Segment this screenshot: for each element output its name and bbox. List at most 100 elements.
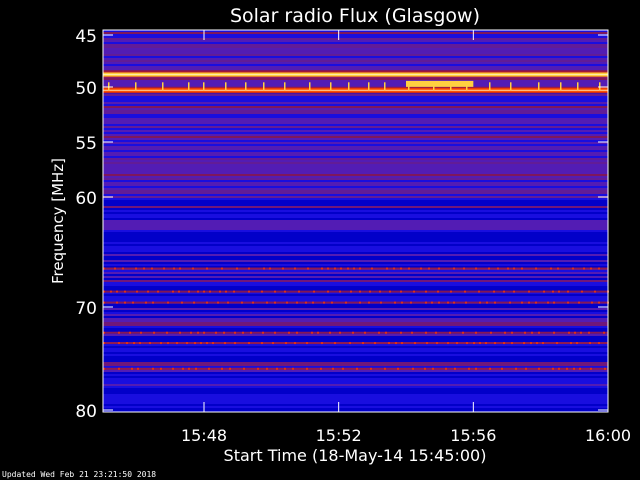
noise-speck: [248, 342, 250, 345]
x-axis-label: Start Time (18-May-14 15:45:00): [224, 446, 487, 465]
noise-speck: [364, 331, 366, 334]
noise-speck: [389, 290, 391, 293]
noise-speck: [411, 331, 413, 334]
noise-speck: [374, 342, 376, 345]
spectrum-row: [103, 408, 608, 410]
spectrum-row: [103, 118, 608, 120]
spectrum-row: [103, 120, 608, 122]
spectrum-row: [103, 178, 608, 180]
noise-speck: [321, 342, 323, 345]
spectrum-row: [103, 216, 608, 218]
spectrum-row: [103, 232, 608, 234]
noise-speck: [523, 342, 525, 345]
spectrum-row: [103, 158, 608, 160]
noise-speck: [598, 267, 600, 270]
spectrum-row: [103, 212, 608, 214]
noise-speck: [426, 342, 428, 345]
noise-speck: [538, 367, 540, 370]
noise-speck: [160, 367, 162, 370]
noise-speck: [494, 301, 496, 304]
noise-speck: [192, 267, 194, 270]
noise-speck: [241, 301, 243, 304]
noise-speck: [486, 301, 488, 304]
noise-speck: [329, 331, 331, 334]
noise-speck: [197, 290, 199, 293]
spectrum-row: [103, 208, 608, 210]
noise-speck: [206, 342, 208, 345]
noise-speck: [490, 331, 492, 334]
noise-speck: [370, 367, 372, 370]
noise-speck: [568, 331, 570, 334]
noise-speck: [186, 342, 188, 345]
noise-speck: [536, 342, 538, 345]
noise-speck: [172, 367, 174, 370]
spectrum-row: [103, 310, 608, 312]
noise-speck: [172, 290, 174, 293]
noise-speck: [567, 301, 569, 304]
noise-speck: [580, 331, 582, 334]
spectrum-row: [103, 98, 608, 100]
noise-speck: [524, 331, 526, 334]
noise-speck: [493, 290, 495, 293]
noise-speck: [462, 331, 464, 334]
noise-speck: [503, 290, 505, 293]
spectrum-row: [103, 238, 608, 240]
noise-speck: [224, 342, 226, 345]
noise-speck: [327, 267, 329, 270]
noise-speck: [424, 367, 426, 370]
spectrum-row: [103, 338, 608, 340]
noise-speck: [349, 342, 351, 345]
spectrum-row: [103, 272, 608, 274]
noise-row: [103, 267, 608, 270]
spectrum-row: [103, 314, 608, 316]
noise-speck: [591, 301, 593, 304]
noise-speck: [313, 290, 315, 293]
noise-speck: [408, 267, 410, 270]
noise-speck: [479, 342, 481, 345]
noise-speck: [257, 367, 259, 370]
spectrum-row: [103, 134, 608, 136]
noise-speck: [131, 367, 133, 370]
noise-speck: [116, 290, 118, 293]
noise-speck: [176, 342, 178, 345]
spectrum-row: [103, 114, 608, 116]
spectrum-row: [103, 388, 608, 390]
spectrum-row: [103, 172, 608, 174]
noise-speck: [589, 342, 591, 345]
noise-speck: [489, 367, 491, 370]
spectrum-row: [103, 150, 608, 152]
noise-speck: [449, 331, 451, 334]
spectrum-row: [103, 242, 608, 244]
noise-speck: [552, 367, 554, 370]
y-tick-label: 50: [75, 79, 97, 99]
noise-speck: [223, 331, 225, 334]
noise-speck: [139, 342, 141, 345]
noise-speck: [347, 267, 349, 270]
spectrum-row: [103, 356, 608, 358]
spectrum-row: [103, 390, 608, 392]
spectrum-row: [103, 286, 608, 288]
spectrum-row: [103, 142, 608, 144]
noise-speck: [573, 367, 575, 370]
noise-speck: [194, 342, 196, 345]
noise-speck: [453, 267, 455, 270]
noise-speck: [203, 331, 205, 334]
noise-speck: [463, 267, 465, 270]
noise-speck: [312, 301, 314, 304]
noise-speck: [362, 342, 364, 345]
noise-speck: [143, 267, 145, 270]
spectrum-row: [103, 42, 608, 44]
spectrum-row: [103, 362, 608, 364]
noise-speck: [414, 342, 416, 345]
spectrum-row: [103, 378, 608, 380]
noise-speck: [428, 267, 430, 270]
spectrum-row: [103, 376, 608, 378]
spectrum-row: [103, 384, 608, 386]
interference-spike: [599, 82, 601, 91]
spectrum-row: [103, 50, 608, 52]
y-tick-label: 80: [75, 402, 97, 422]
noise-speck: [206, 301, 208, 304]
noise-speck: [603, 331, 605, 334]
noise-speck: [149, 342, 151, 345]
noise-speck: [468, 367, 470, 370]
